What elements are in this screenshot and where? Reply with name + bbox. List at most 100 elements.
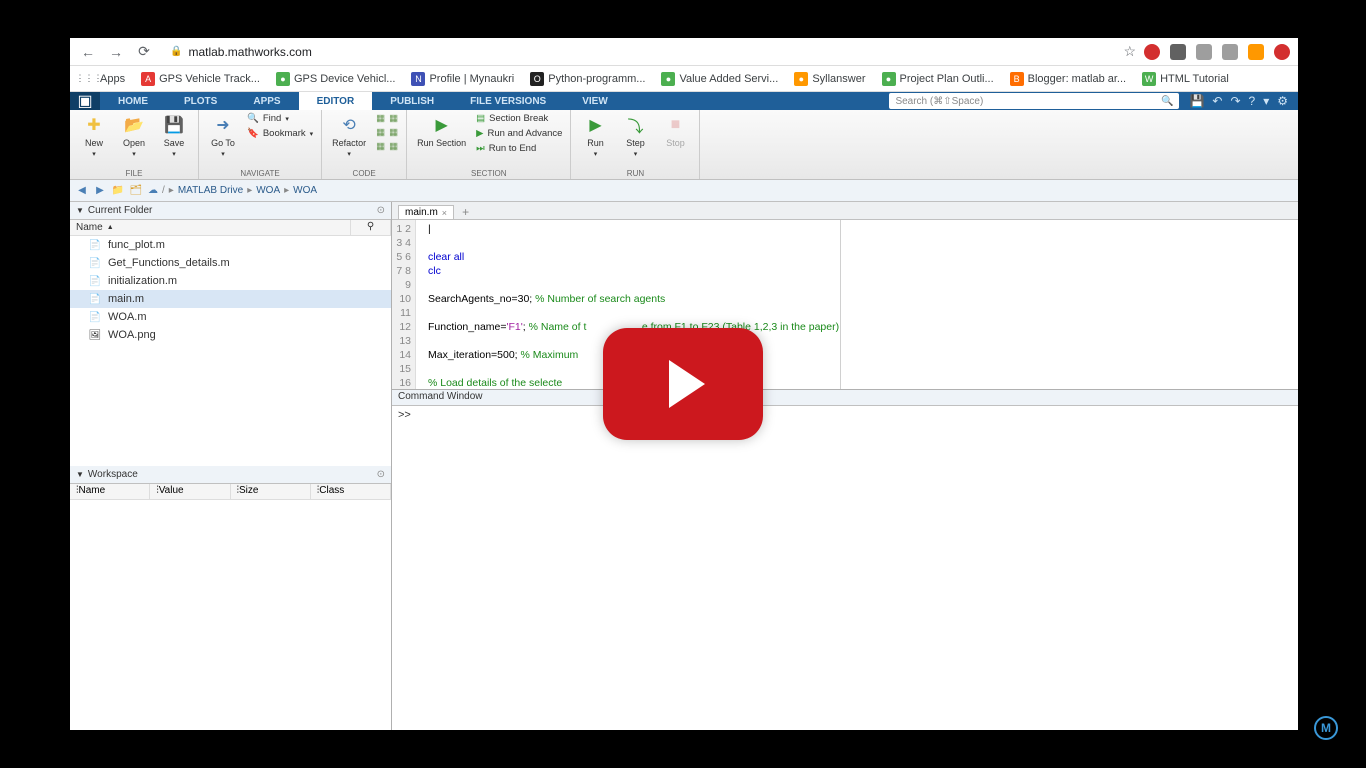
star-icon[interactable]: ☆ [1123, 43, 1136, 60]
extension-icons [1144, 44, 1290, 60]
corner-badge-icon[interactable]: M [1314, 716, 1338, 740]
open-button[interactable]: 📂Open▾ [116, 112, 152, 160]
toolstrip-tab-publish[interactable]: PUBLISH [372, 92, 452, 110]
undo-icon[interactable]: ↶ [1212, 94, 1222, 108]
path-bar: ◀ ▶ 📁 🗂 ☁ /▸ MATLAB Drive ▸ WOA ▸ WOA [70, 180, 1298, 202]
bookmark-item[interactable]: BBlogger: matlab ar... [1004, 70, 1132, 88]
file-row[interactable]: 📄WOA.m [70, 308, 391, 326]
file-row[interactable]: 🖼WOA.png [70, 326, 391, 344]
new-button[interactable]: ✚New▾ [76, 112, 112, 160]
workspace-columns: ⫶Name ⫶Value ⫶Size ⫶Class [70, 484, 391, 500]
run-button[interactable]: ▶Run▾ [577, 112, 613, 160]
play-icon [669, 360, 705, 408]
save-icon[interactable]: 💾 [1189, 94, 1204, 108]
bookmark-item[interactable]: NProfile | Mynaukri [405, 70, 520, 88]
apps-shortcut[interactable]: ⋮⋮⋮Apps [76, 70, 131, 88]
ext-icon[interactable] [1222, 44, 1238, 60]
path-forward-icon[interactable]: ▶ [92, 183, 108, 199]
bookmark-button[interactable]: 🔖Bookmark▾ [245, 127, 315, 140]
ext-icon[interactable] [1274, 44, 1290, 60]
file-row[interactable]: 📄Get_Functions_details.m [70, 254, 391, 272]
toolstrip-tab-plots[interactable]: PLOTS [166, 92, 235, 110]
code-opt-1[interactable]: ▦▦ [374, 112, 400, 125]
line-numbers: 1 2 3 4 5 6 7 8 9 10 11 12 13 14 15 16 [392, 220, 416, 389]
code-content[interactable]: | clear all clc SearchAgents_no=30; % Nu… [416, 220, 1298, 389]
stop-button: ■Stop [657, 112, 693, 150]
workspace-body [70, 500, 391, 730]
bookmark-item[interactable]: ●Project Plan Outli... [876, 70, 1000, 88]
run-section-button[interactable]: ▶Run Section [413, 112, 470, 150]
toolstrip-tab-view[interactable]: VIEW [564, 92, 626, 110]
panel-options-icon[interactable]: ⊙ [377, 469, 385, 480]
bookmark-item[interactable]: OPython-programm... [524, 70, 651, 88]
file-icon: 📄 [88, 274, 102, 288]
file-row[interactable]: 📄initialization.m [70, 272, 391, 290]
path-up-icon[interactable]: 📁 [110, 183, 126, 199]
editor-tab-main[interactable]: main.m× [398, 205, 454, 219]
close-icon[interactable]: × [442, 208, 447, 218]
file-list: 📄func_plot.m📄Get_Functions_details.m📄ini… [70, 236, 391, 466]
toolstrip-tab-home[interactable]: HOME [100, 92, 166, 110]
file-icon: 📄 [88, 292, 102, 306]
path-back-icon[interactable]: ◀ [74, 183, 90, 199]
ext-icon[interactable] [1196, 44, 1212, 60]
matlab-toolstrip: ▣ HOMEPLOTSAPPSEDITORPUBLISHFILE VERSION… [70, 92, 1298, 110]
run-to-end-button[interactable]: ⏭Run to End [474, 142, 564, 155]
git-col-icon: ⚲ [351, 220, 391, 235]
folder-columns: Name▲ ⚲ [70, 220, 391, 236]
address-bar[interactable]: 🔒 matlab.mathworks.com [162, 43, 1115, 61]
goto-button[interactable]: ➜Go To▾ [205, 112, 241, 160]
help-icon[interactable]: ? [1249, 94, 1256, 108]
forward-button[interactable]: → [106, 42, 126, 62]
toolstrip-tab-apps[interactable]: APPS [235, 92, 298, 110]
crumb-root[interactable]: MATLAB Drive [178, 185, 243, 196]
gear-icon[interactable]: ⚙ [1277, 94, 1288, 108]
file-icon: 🖼 [88, 328, 102, 342]
section-break-button[interactable]: ▤Section Break [474, 112, 564, 125]
youtube-play-button[interactable] [603, 328, 763, 440]
matlab-logo-icon[interactable]: ▣ [70, 92, 100, 110]
lock-icon: 🔒 [170, 46, 182, 57]
run-advance-button[interactable]: ▶Run and Advance [474, 127, 564, 140]
path-browse-icon[interactable]: 🗂 [128, 183, 144, 199]
ext-icon[interactable] [1248, 44, 1264, 60]
file-row[interactable]: 📄func_plot.m [70, 236, 391, 254]
panel-options-icon[interactable]: ⊙ [377, 205, 385, 216]
command-window-header: Command Window [392, 390, 1298, 406]
ext-icon[interactable] [1144, 44, 1160, 60]
browser-toolbar: ← → ⟳ 🔒 matlab.mathworks.com ☆ [70, 38, 1298, 66]
url-text: matlab.mathworks.com [188, 45, 311, 59]
toolstrip-tab-editor[interactable]: EDITOR [299, 92, 373, 110]
bookmark-item[interactable]: ●GPS Device Vehicl... [270, 70, 402, 88]
current-folder-header: ▼Current Folder⊙ [70, 202, 391, 220]
back-button[interactable]: ← [78, 42, 98, 62]
bookmarks-bar: ⋮⋮⋮Apps AGPS Vehicle Track...●GPS Device… [70, 66, 1298, 92]
workspace-header: ▼Workspace⊙ [70, 466, 391, 484]
bookmark-item[interactable]: AGPS Vehicle Track... [135, 70, 266, 88]
step-button[interactable]: ⤵Step▾ [617, 112, 653, 160]
user-icon[interactable]: ▾ [1263, 94, 1269, 108]
file-row[interactable]: 📄main.m [70, 290, 391, 308]
file-icon: 📄 [88, 256, 102, 270]
ribbon: ✚New▾ 📂Open▾ 💾Save▾ FILE ➜Go To▾ 🔍Find▾ … [70, 110, 1298, 180]
redo-icon[interactable]: ↷ [1230, 94, 1240, 108]
bookmark-item[interactable]: WHTML Tutorial [1136, 70, 1235, 88]
bookmark-item[interactable]: ●Syllanswer [788, 70, 871, 88]
crumb-1[interactable]: WOA [256, 185, 280, 196]
new-tab-button[interactable]: + [456, 205, 475, 219]
refactor-button[interactable]: ⟲Refactor▾ [328, 112, 370, 160]
ext-icon[interactable] [1170, 44, 1186, 60]
toolstrip-tab-file versions[interactable]: FILE VERSIONS [452, 92, 564, 110]
command-window[interactable]: >> [392, 406, 1298, 730]
code-editor[interactable]: 1 2 3 4 5 6 7 8 9 10 11 12 13 14 15 16 |… [392, 220, 1298, 390]
editor-split[interactable] [840, 220, 841, 389]
bookmark-item[interactable]: ●Value Added Servi... [655, 70, 784, 88]
code-opt-2[interactable]: ▦▦ [374, 126, 400, 139]
file-icon: 📄 [88, 310, 102, 324]
save-button[interactable]: 💾Save▾ [156, 112, 192, 160]
find-button[interactable]: 🔍Find▾ [245, 112, 315, 125]
code-opt-3[interactable]: ▦▦ [374, 140, 400, 153]
crumb-2[interactable]: WOA [293, 185, 317, 196]
reload-button[interactable]: ⟳ [134, 42, 154, 62]
search-input[interactable]: Search (⌘⇧Space)🔍 [889, 93, 1179, 109]
